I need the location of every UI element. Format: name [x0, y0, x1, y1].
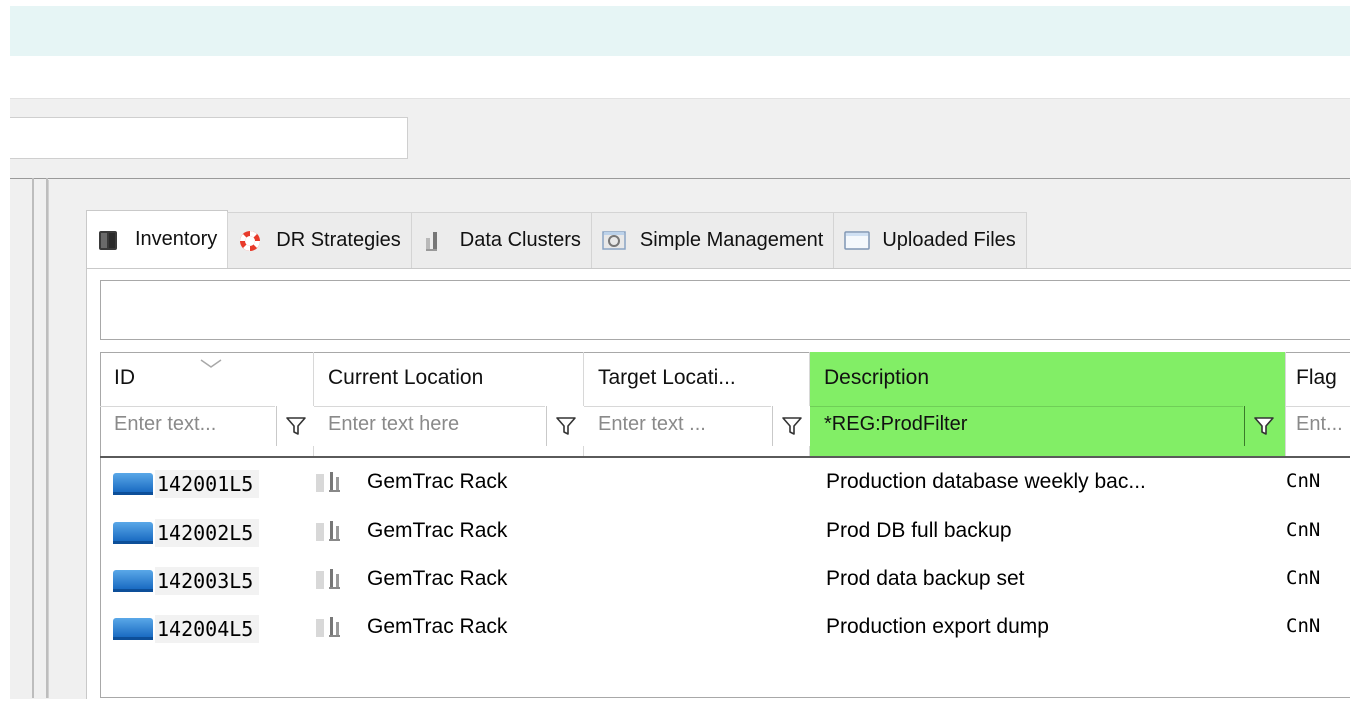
description-cell: Prod data backup set — [826, 567, 1025, 590]
funnel-icon — [1253, 417, 1274, 435]
tab-label: Uploaded Files — [882, 229, 1016, 251]
funnel-icon — [285, 417, 306, 435]
current-location-cell: GemTrac Rack — [315, 567, 507, 591]
column-filter-input[interactable]: Enter text... — [100, 406, 275, 446]
id-cell: 142003L5 — [113, 567, 260, 595]
column-title: Target Locati... — [598, 366, 736, 389]
table-row[interactable]: 142004L5 GemTrac Rack Production export … — [101, 611, 1350, 647]
title-band — [10, 6, 1350, 56]
tab-label: Inventory — [135, 228, 218, 250]
flag-cell: CnN — [1286, 519, 1321, 541]
description-cell: Prod DB full backup — [826, 519, 1012, 542]
table-row[interactable]: 142001L5 GemTrac Rack Production databas… — [101, 466, 1350, 502]
tab-simple-management[interactable]: Simple Management — [590, 212, 835, 268]
tab-label: Simple Management — [639, 229, 824, 251]
column-header-target-location[interactable]: Target Locati... Enter text ... — [584, 352, 810, 456]
table-row[interactable]: 142002L5 GemTrac Rack Prod DB full backu… — [101, 515, 1350, 551]
splitter-line[interactable] — [32, 178, 34, 698]
flag-cell: CnN — [1286, 470, 1321, 492]
column-filter-input[interactable]: Enter text ... — [584, 406, 771, 446]
rack-icon — [315, 470, 345, 494]
tape-drive-icon — [97, 228, 121, 252]
header-divider — [100, 456, 1350, 458]
tape-cartridge-icon — [113, 570, 153, 592]
tab-label: DR Strategies — [276, 229, 401, 251]
column-header-description[interactable]: Description *REG:ProdFilter — [810, 352, 1286, 456]
funnel-icon — [781, 417, 802, 435]
column-header-flag[interactable]: Flag Ent... — [1286, 352, 1350, 456]
current-location-cell: GemTrac Rack — [315, 470, 507, 494]
screen-icon — [844, 229, 871, 253]
current-location-cell: GemTrac Rack — [315, 615, 507, 639]
column-header-current-location[interactable]: Current Location Enter text here — [314, 352, 584, 456]
lifebuoy-icon — [238, 229, 262, 253]
flag-cell: CnN — [1286, 615, 1321, 637]
tape-cartridge-icon — [113, 618, 153, 640]
tab-strip: Inventory DR Strategies Data Clusters Si… — [86, 210, 1027, 268]
tab-data-clusters[interactable]: Data Clusters — [410, 212, 592, 268]
funnel-icon — [555, 417, 576, 435]
monitor-icon — [602, 229, 626, 253]
tab-uploaded-files[interactable]: Uploaded Files — [833, 212, 1027, 268]
column-filter-input[interactable]: Ent... — [1286, 406, 1350, 446]
column-title: ID — [114, 366, 135, 389]
group-panel — [100, 280, 1350, 340]
id-cell: 142004L5 — [113, 615, 260, 643]
sort-chevron-icon[interactable] — [200, 354, 222, 373]
description-cell: Production export dump — [826, 615, 1049, 638]
column-filter-input[interactable]: Enter text here — [314, 406, 545, 446]
current-location-cell: GemTrac Rack — [315, 519, 507, 543]
tape-cartridge-icon — [113, 473, 153, 495]
column-title: Current Location — [328, 366, 484, 389]
table-row[interactable]: 142003L5 GemTrac Rack Prod data backup s… — [101, 563, 1350, 599]
search-input[interactable] — [10, 117, 408, 159]
flag-cell: CnN — [1286, 567, 1321, 589]
id-cell: 142001L5 — [113, 470, 260, 498]
tape-cartridge-icon — [113, 522, 153, 544]
tab-dr-strategies[interactable]: DR Strategies — [227, 212, 412, 268]
toolbar-band — [10, 56, 1350, 98]
rack-icon — [315, 567, 345, 591]
rack-icon — [315, 615, 345, 639]
cluster-icon — [422, 229, 446, 253]
description-cell: Production database weekly bac... — [826, 470, 1146, 493]
tab-inventory[interactable]: Inventory — [86, 210, 229, 268]
column-filter-input[interactable]: *REG:ProdFilter — [810, 406, 1243, 446]
tab-label: Data Clusters — [459, 229, 581, 251]
filter-button[interactable] — [546, 406, 584, 446]
filter-button[interactable] — [276, 406, 314, 446]
filter-button[interactable] — [1244, 406, 1282, 446]
column-title: Flag — [1296, 366, 1337, 389]
column-title: Description — [824, 366, 930, 389]
id-cell: 142002L5 — [113, 519, 260, 547]
filter-button[interactable] — [772, 406, 810, 446]
rack-icon — [315, 519, 345, 543]
